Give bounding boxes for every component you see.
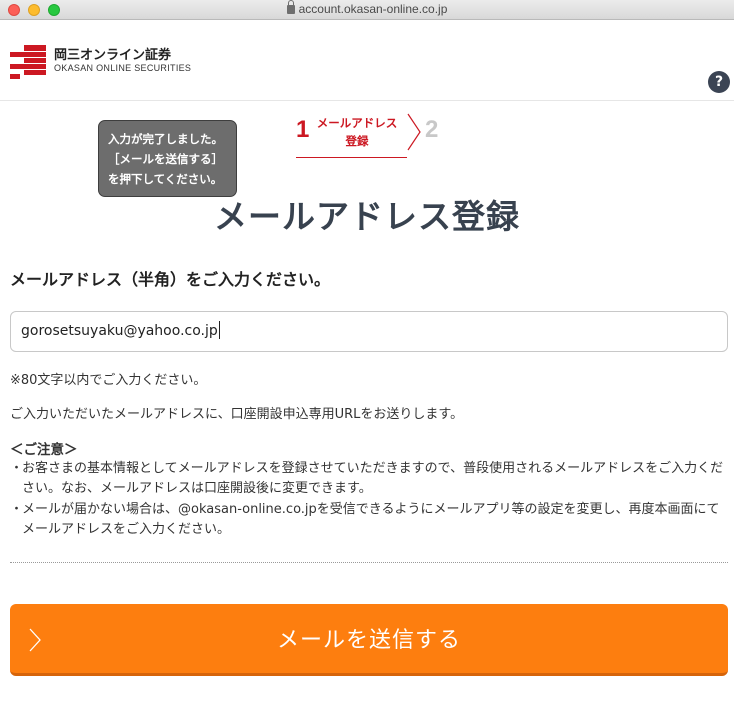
bullet: ・ [10, 502, 24, 517]
page-title: メールアドレス登録 [214, 197, 520, 236]
caution-text: お客さまの基本情報としてメールアドレスを登録させていただきますので、普段使用され… [22, 461, 724, 496]
completion-tooltip: 入力が完了しました。 ［メールを送信する］ を押下してください。 [98, 120, 237, 197]
send-email-button[interactable]: メールを送信する [10, 604, 728, 676]
logo-mark-icon [10, 45, 46, 79]
caution-item: ・ メールが届かない場合は、@okasan-online.co.jpを受信できる… [10, 500, 728, 540]
chevron-right-icon [407, 113, 421, 151]
caution-list: ・ お客さまの基本情報としてメールアドレスを登録させていただきますので、普段使用… [10, 459, 728, 541]
bullet: ・ [10, 461, 24, 476]
step-1-underline [296, 157, 407, 158]
text-caret [218, 321, 220, 339]
logo-text-jp: 岡三オンライン証券 [54, 48, 172, 63]
step-indicator: 1 メールアドレス 登録 2 [296, 110, 456, 160]
site-header: 岡三オンライン証券 OKASAN ONLINE SECURITIES ? [0, 21, 734, 101]
caution-heading: ＜ご注意＞ [10, 442, 78, 458]
browser-titlebar: account.okasan-online.co.jp [0, 0, 734, 20]
address-url: account.okasan-online.co.jp [298, 2, 448, 16]
logo-text-en: OKASAN ONLINE SECURITIES [54, 63, 192, 73]
email-field[interactable]: gorosetsuyaku@yahoo.co.jp [10, 311, 728, 352]
url-note: ご入力いただいたメールアドレスに、口座開設申込専用URLをお送りします。 [10, 407, 464, 422]
step-1-number: 1 [296, 116, 310, 143]
email-value: gorosetsuyaku@yahoo.co.jp [21, 323, 218, 339]
help-icon[interactable]: ? [708, 71, 730, 93]
address-bar[interactable]: account.okasan-online.co.jp [0, 0, 734, 16]
tooltip-line: 入力が完了しました。 [108, 132, 223, 146]
length-note: ※80文字以内でご入力ください。 [10, 373, 207, 388]
tooltip-line: ［メールを送信する］ [108, 152, 223, 166]
step-1-label-line: 登録 [345, 134, 369, 148]
step-1-label: メールアドレス 登録 [314, 114, 400, 150]
step-2-number: 2 [425, 116, 439, 143]
tooltip-line: を押下してください。 [108, 172, 223, 186]
email-field-label: メールアドレス（半角）をご入力ください。 [10, 270, 331, 289]
step-1-label-line: メールアドレス [316, 116, 398, 130]
lock-icon [286, 0, 295, 14]
send-email-button-label: メールを送信する [276, 628, 461, 653]
caution-item: ・ お客さまの基本情報としてメールアドレスを登録させていただきますので、普段使用… [10, 459, 728, 499]
dotted-divider [10, 562, 728, 563]
caution-text: メールが届かない場合は、@okasan-online.co.jpを受信できるよう… [22, 502, 720, 537]
okasan-logo[interactable]: 岡三オンライン証券 OKASAN ONLINE SECURITIES [10, 43, 191, 83]
